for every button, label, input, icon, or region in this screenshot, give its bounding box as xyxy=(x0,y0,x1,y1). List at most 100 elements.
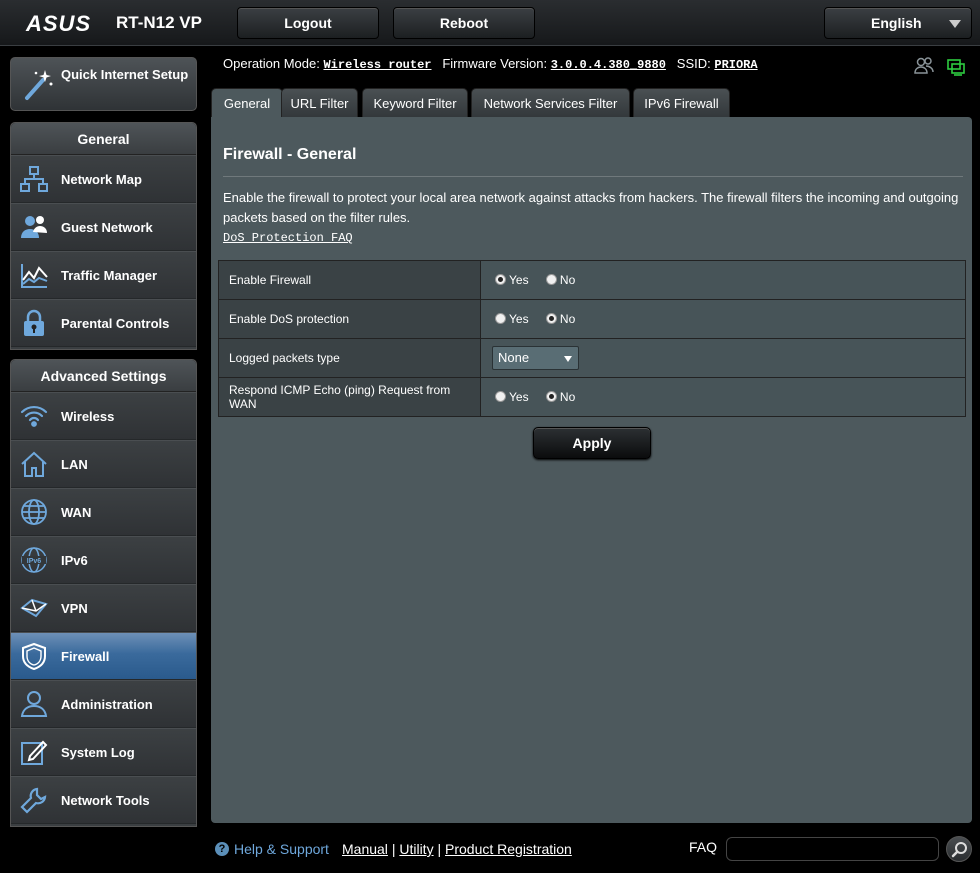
sidebar-item-guest-network[interactable]: Guest Network xyxy=(11,203,196,251)
page-title: Firewall - General xyxy=(223,146,357,163)
quick-internet-setup-label: Quick Internet Setup xyxy=(61,67,189,82)
faq-search-button[interactable] xyxy=(946,836,972,862)
firewall-settings-table: Enable Firewall Yes No Enable DoS protec… xyxy=(218,260,966,417)
language-select[interactable]: English xyxy=(824,7,972,39)
sidebar-item-label: Network Tools xyxy=(61,793,150,808)
wifi-icon xyxy=(20,405,48,427)
setting-label: Logged packets type xyxy=(218,338,481,378)
model-name: RT-N12 VP xyxy=(116,13,202,32)
sidebar-item-label: Parental Controls xyxy=(61,316,170,331)
setting-label: Respond ICMP Echo (ping) Request from WA… xyxy=(218,377,481,417)
tab-url-filter[interactable]: URL Filter xyxy=(281,88,358,118)
sidebar-item-label: Firewall xyxy=(61,649,110,664)
radio-label: Yes xyxy=(509,390,529,404)
user-icon xyxy=(20,691,48,717)
sidebar-item-label: Network Map xyxy=(61,172,142,187)
setting-value: Yes No xyxy=(480,377,966,417)
icmp-echo-yes-radio[interactable] xyxy=(495,391,506,402)
firmware-version-link[interactable]: 3.0.0.4.380_9880 xyxy=(551,58,666,72)
sidebar-item-lan[interactable]: LAN xyxy=(11,440,196,488)
nav-group-general: General Network Map Guest Network Traffi… xyxy=(10,122,197,350)
setting-row-logged-packets: Logged packets type None xyxy=(218,338,966,378)
globe-icon xyxy=(21,499,47,525)
traffic-manager-icon xyxy=(21,264,48,288)
link-separator: | xyxy=(391,841,396,857)
help-icon[interactable]: ? xyxy=(215,842,229,856)
setting-label: Enable Firewall xyxy=(218,260,481,300)
status-icons xyxy=(914,56,972,81)
nav-group-advanced: Advanced Settings Wireless LAN WAN IPv6 … xyxy=(10,359,197,827)
page-description: Enable the firewall to protect your loca… xyxy=(223,190,959,225)
tab-ipv6-firewall[interactable]: IPv6 Firewall xyxy=(633,88,730,118)
lock-icon xyxy=(24,309,44,336)
internet-status-icon[interactable] xyxy=(947,59,965,76)
dos-protection-yes-radio[interactable] xyxy=(495,313,506,324)
vpn-icon xyxy=(20,598,48,618)
sidebar-item-label: System Log xyxy=(61,745,135,760)
radio-label: No xyxy=(559,390,576,404)
ipv6-globe-icon: IPv6 xyxy=(21,547,47,573)
tab-general[interactable]: General xyxy=(211,88,283,118)
logged-packets-type-select[interactable]: None xyxy=(492,346,579,370)
sidebar-item-label: WAN xyxy=(61,505,92,520)
guest-network-icon xyxy=(21,216,47,238)
sidebar-item-network-map[interactable]: Network Map xyxy=(11,155,196,203)
sidebar-item-administration[interactable]: Administration xyxy=(11,680,196,728)
sidebar-item-wan[interactable]: WAN xyxy=(11,488,196,536)
manual-link[interactable]: Manual xyxy=(342,841,388,857)
faq-label: FAQ xyxy=(689,839,718,855)
sidebar-item-parental-controls[interactable]: Parental Controls xyxy=(11,299,196,347)
sidebar-item-label: Administration xyxy=(61,697,153,712)
setting-label: Enable DoS protection xyxy=(218,299,481,339)
clients-icon[interactable] xyxy=(914,57,934,74)
icmp-echo-no-radio[interactable] xyxy=(545,391,557,402)
operation-mode-link[interactable]: Wireless router xyxy=(323,58,431,72)
product-registration-link[interactable]: Product Registration xyxy=(445,841,572,857)
shield-icon xyxy=(22,642,46,671)
setting-row-dos-protection: Enable DoS protection Yes No xyxy=(218,299,966,339)
radio-label: No xyxy=(559,312,576,326)
chevron-down-icon xyxy=(949,20,961,28)
enable-firewall-no-radio[interactable] xyxy=(545,274,557,285)
radio-label: Yes xyxy=(509,273,529,287)
magic-wand-icon xyxy=(25,70,53,100)
sidebar-item-network-tools[interactable]: Network Tools xyxy=(11,776,196,824)
select-value: None xyxy=(498,350,530,365)
tab-keyword-filter[interactable]: Keyword Filter xyxy=(362,88,468,118)
divider xyxy=(223,176,963,177)
sidebar-item-label: Traffic Manager xyxy=(61,268,158,283)
logout-button[interactable]: Logout xyxy=(237,7,379,39)
sidebar-item-traffic-manager[interactable]: Traffic Manager xyxy=(11,251,196,299)
top-bar: ASUS RT-N12 VP Logout Reboot English xyxy=(0,0,980,46)
dos-protection-no-radio[interactable] xyxy=(545,313,557,324)
sidebar-item-ipv6[interactable]: IPv6 IPv6 xyxy=(11,536,196,584)
firmware-label: Firmware Version: xyxy=(442,56,548,71)
setting-value: Yes No xyxy=(480,260,966,300)
help-support-link[interactable]: Help & Support xyxy=(234,841,329,857)
setting-row-enable-firewall: Enable Firewall Yes No xyxy=(218,260,966,300)
utility-link[interactable]: Utility xyxy=(399,841,433,857)
dos-protection-faq-link[interactable]: DoS Protection FAQ xyxy=(223,231,353,245)
footer-links: Manual | Utility | Product Registration xyxy=(342,841,572,857)
sidebar-item-label: IPv6 xyxy=(61,553,88,568)
ssid-label: SSID: xyxy=(676,56,711,71)
ssid-link[interactable]: PRIORA xyxy=(714,58,757,72)
sidebar-item-wireless[interactable]: Wireless xyxy=(11,392,196,440)
enable-firewall-yes-radio[interactable] xyxy=(495,274,506,285)
reboot-button[interactable]: Reboot xyxy=(393,7,535,39)
sidebar-item-vpn[interactable]: VPN xyxy=(11,584,196,632)
home-icon xyxy=(21,451,47,477)
language-label: English xyxy=(871,15,922,31)
network-map-icon xyxy=(20,166,48,192)
apply-button[interactable]: Apply xyxy=(533,427,651,459)
setting-row-icmp-echo: Respond ICMP Echo (ping) Request from WA… xyxy=(218,377,966,417)
faq-search-input[interactable] xyxy=(726,837,939,861)
operation-mode-label: Operation Mode: xyxy=(223,56,320,71)
status-info-bar: Operation Mode: Wireless router Firmware… xyxy=(223,56,758,72)
quick-internet-setup-button[interactable]: Quick Internet Setup xyxy=(10,57,197,111)
radio-label: Yes xyxy=(509,312,529,326)
link-separator: | xyxy=(437,841,442,857)
tab-network-services-filter[interactable]: Network Services Filter xyxy=(471,88,630,118)
sidebar-item-system-log[interactable]: System Log xyxy=(11,728,196,776)
sidebar-item-firewall[interactable]: Firewall xyxy=(11,632,196,680)
